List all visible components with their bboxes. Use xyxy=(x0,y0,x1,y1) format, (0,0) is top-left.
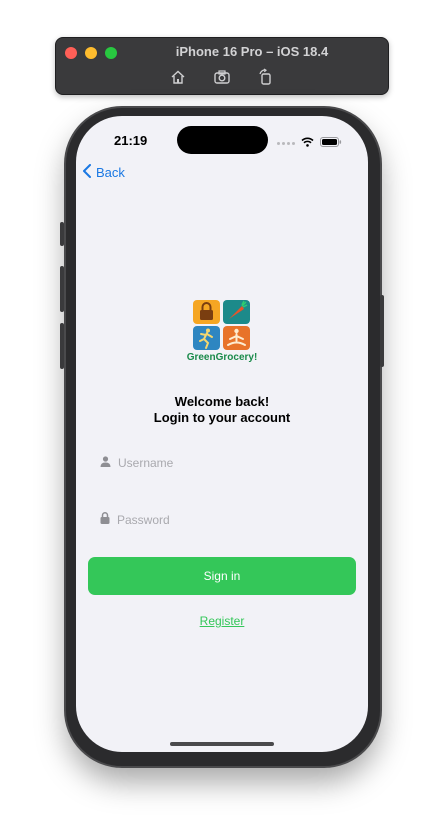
home-icon[interactable] xyxy=(169,68,187,86)
password-input[interactable] xyxy=(117,513,317,527)
logo-text: GreenGrocery! xyxy=(186,352,258,363)
volume-up-button[interactable] xyxy=(60,266,64,312)
register-link[interactable]: Register xyxy=(76,614,368,628)
person-icon xyxy=(100,454,111,472)
close-window-button[interactable] xyxy=(65,47,77,59)
back-label: Back xyxy=(96,165,125,180)
username-field[interactable] xyxy=(100,452,344,474)
welcome-line-1: Welcome back! xyxy=(174,394,270,409)
minimize-window-button[interactable] xyxy=(85,47,97,59)
screenshot-icon[interactable] xyxy=(213,68,231,86)
welcome-line-2: Login to your account xyxy=(153,410,291,425)
app-logo xyxy=(192,299,252,351)
status-time: 21:19 xyxy=(114,133,148,148)
phone-screen: 21:19 Back GreenGrocery! Welcome back! L… xyxy=(76,116,368,752)
home-indicator[interactable] xyxy=(170,742,274,746)
password-field[interactable] xyxy=(100,509,344,531)
dynamic-island xyxy=(177,126,268,154)
username-input[interactable] xyxy=(118,456,318,470)
power-button[interactable] xyxy=(380,295,384,367)
volume-down-button[interactable] xyxy=(60,323,64,369)
simulator-title-bar: iPhone 16 Pro – iOS 18.4 xyxy=(55,37,389,95)
wifi-icon xyxy=(301,134,314,152)
cellular-dots-icon xyxy=(277,141,295,145)
chevron-left-icon xyxy=(82,164,92,181)
action-button[interactable] xyxy=(60,222,64,246)
lock-icon xyxy=(100,511,110,529)
zoom-window-button[interactable] xyxy=(105,47,117,59)
status-icons xyxy=(277,134,342,152)
rotate-icon[interactable] xyxy=(257,68,275,86)
simulator-title: iPhone 16 Pro – iOS 18.4 xyxy=(175,44,329,59)
battery-icon xyxy=(320,134,342,152)
simulator-toolbar xyxy=(56,68,388,86)
sign-in-button[interactable]: Sign in xyxy=(88,557,356,595)
welcome-heading: Welcome back! Login to your account xyxy=(76,394,368,426)
back-button[interactable]: Back xyxy=(82,164,125,181)
